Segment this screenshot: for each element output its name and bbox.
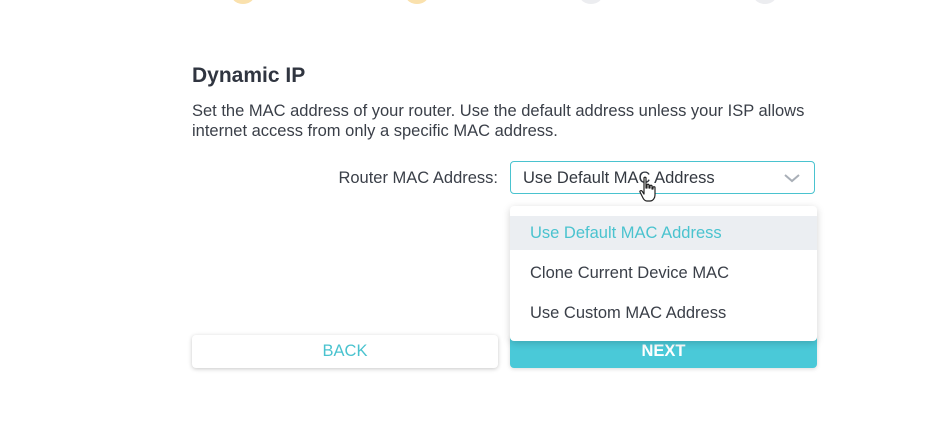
progress-step-3 <box>580 0 602 4</box>
router-mac-label: Router MAC Address: <box>338 169 498 187</box>
progress-step-2 <box>406 0 428 4</box>
progress-step-1 <box>232 0 254 4</box>
mac-option-custom[interactable]: Use Custom MAC Address <box>510 296 817 330</box>
section-description: Set the MAC address of your router. Use … <box>192 102 805 140</box>
hand-pointer-icon <box>639 176 656 202</box>
router-mac-dropdown: Use Default MAC Address Clone Current De… <box>510 206 817 341</box>
page-title: Dynamic IP <box>192 64 306 87</box>
quick-setup-page: Dynamic IP Set the MAC address of your r… <box>0 0 931 448</box>
progress-step-4 <box>754 0 776 4</box>
mac-option-clone[interactable]: Clone Current Device MAC <box>510 256 817 290</box>
mac-option-default[interactable]: Use Default MAC Address <box>510 216 817 250</box>
router-mac-select[interactable]: Use Default MAC Address <box>510 161 815 194</box>
chevron-down-icon <box>784 174 800 183</box>
back-button[interactable]: BACK <box>192 335 498 368</box>
router-mac-select-value: Use Default MAC Address <box>523 169 715 187</box>
